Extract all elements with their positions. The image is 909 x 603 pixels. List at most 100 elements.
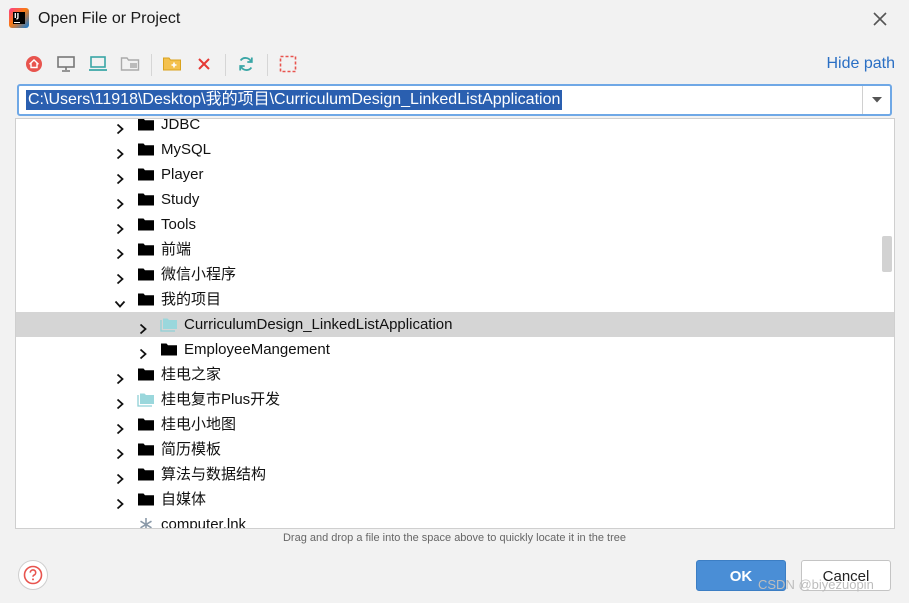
chevron-right-icon[interactable] <box>114 193 126 210</box>
toolbar <box>18 50 318 78</box>
path-field: C:\Users\11918\Desktop\我的项目\CurriculumDe… <box>17 84 892 116</box>
folder-icon <box>137 366 155 383</box>
tree-row-label: Tools <box>161 216 197 233</box>
refresh-icon <box>239 57 253 71</box>
tree-row[interactable]: 微信小程序 <box>16 262 894 287</box>
project-folder-icon <box>160 316 178 333</box>
new-folder-icon <box>163 57 181 71</box>
chevron-right-icon[interactable] <box>114 119 126 135</box>
chevron-right-icon[interactable] <box>114 168 126 185</box>
tree-row-selected[interactable]: CurriculumDesign_LinkedListApplication <box>16 312 894 337</box>
file-tree[interactable]: JDBC MySQL Player Study Tools 前端微信小程序我的项目 Curr… <box>15 118 895 529</box>
tree-row[interactable]: Player <box>16 162 894 187</box>
tree-row-label: EmployeeMangement <box>184 341 330 358</box>
project-button[interactable] <box>84 50 112 78</box>
close-icon <box>873 12 887 26</box>
folder-icon <box>137 119 155 133</box>
folder-icon <box>137 491 155 508</box>
chevron-right-icon[interactable] <box>114 268 126 285</box>
tree-row-label: 桂电之家 <box>161 366 222 383</box>
module-icon <box>120 57 140 71</box>
tree-row[interactable]: 桂电之家 <box>16 362 894 387</box>
module-button[interactable] <box>116 50 144 78</box>
tree-row-label: CurriculumDesign_LinkedListApplication <box>184 316 453 333</box>
watermark: CSDN @biyezuopin <box>758 577 874 592</box>
project-icon <box>89 56 107 71</box>
tree-row[interactable]: 桂电小地图 <box>16 412 894 437</box>
toolbar-separator <box>225 54 226 76</box>
folder-icon <box>137 291 155 308</box>
tree-row-label: 算法与数据结构 <box>161 466 267 483</box>
toolbar-separator <box>267 54 268 76</box>
toolbar-separator <box>151 54 152 76</box>
file-asterisk-icon <box>137 516 155 528</box>
tree-row[interactable]: EmployeeMangement <box>16 337 894 362</box>
folder-icon <box>137 166 155 183</box>
tree-row[interactable]: Study <box>16 187 894 212</box>
tree-row[interactable]: Tools <box>16 212 894 237</box>
tree-row-label: JDBC <box>161 118 201 133</box>
chevron-right-icon[interactable] <box>114 493 126 510</box>
tree-row-label: computer.lnk <box>161 516 247 529</box>
delete-button[interactable] <box>190 50 218 78</box>
chevron-right-icon[interactable] <box>114 443 126 460</box>
chevron-right-icon[interactable] <box>114 143 126 160</box>
tree-row-label: 自媒体 <box>161 491 207 508</box>
home-button[interactable] <box>20 50 48 78</box>
new-folder-button[interactable] <box>158 50 186 78</box>
tree-row-label: 简历模板 <box>161 441 222 458</box>
folder-icon <box>137 416 155 433</box>
chevron-right-icon[interactable] <box>114 218 126 235</box>
show-hidden-icon <box>279 55 297 73</box>
desktop-icon <box>57 56 75 72</box>
tree-row-label: 桂电小地图 <box>161 416 237 433</box>
tree-row[interactable]: computer.lnk <box>16 512 894 529</box>
folder-icon <box>137 266 155 283</box>
tree-row[interactable]: 桂电复市Plus开发 <box>16 387 894 412</box>
chevron-down-icon[interactable] <box>114 293 126 308</box>
folder-icon <box>160 341 178 358</box>
help-button[interactable] <box>18 560 48 590</box>
project-folder-icon <box>137 391 155 408</box>
title-bar: IJ Open File or Project <box>0 0 909 40</box>
tree-row[interactable]: 算法与数据结构 <box>16 462 894 487</box>
folder-icon <box>137 216 155 233</box>
path-history-dropdown[interactable] <box>862 86 890 114</box>
tree-row[interactable]: 简历模板 <box>16 437 894 462</box>
show-hidden-button[interactable] <box>274 50 302 78</box>
desktop-button[interactable] <box>52 50 80 78</box>
folder-icon <box>137 241 155 258</box>
chevron-down-icon <box>871 97 882 103</box>
tree-row[interactable]: 前端 <box>16 237 894 262</box>
refresh-button[interactable] <box>232 50 260 78</box>
home-icon <box>26 56 42 72</box>
help-icon <box>23 565 43 585</box>
delete-icon <box>198 58 210 70</box>
tree-row-label: 我的项目 <box>161 291 222 308</box>
chevron-right-icon[interactable] <box>114 368 126 385</box>
chevron-right-icon[interactable] <box>137 318 149 335</box>
folder-icon <box>137 191 155 208</box>
path-text-selected: C:\Users\11918\Desktop\我的项目\CurriculumDe… <box>26 90 563 110</box>
folder-icon <box>137 466 155 483</box>
tree-row[interactable]: 我的项目 <box>16 287 894 312</box>
window-title: Open File or Project <box>38 10 181 27</box>
drag-drop-hint: Drag and drop a file into the space abov… <box>282 532 627 544</box>
chevron-right-icon[interactable] <box>114 418 126 435</box>
intellij-logo-icon: IJ <box>9 8 29 28</box>
tree-scrollbar-thumb[interactable] <box>882 236 892 272</box>
chevron-right-icon[interactable] <box>114 468 126 485</box>
tree-row[interactable]: 自媒体 <box>16 487 894 512</box>
close-button[interactable] <box>868 7 892 31</box>
tree-row-label: MySQL <box>161 141 212 158</box>
tree-row[interactable]: JDBC <box>16 118 894 137</box>
tree-row[interactable]: MySQL <box>16 137 894 162</box>
tree-row-label: 桂电复市Plus开发 <box>161 391 281 408</box>
tree-row-label: 前端 <box>161 241 192 258</box>
chevron-right-icon[interactable] <box>114 243 126 260</box>
chevron-right-icon[interactable] <box>114 393 126 410</box>
chevron-right-icon[interactable] <box>137 343 149 360</box>
hide-path-link[interactable]: Hide path <box>827 55 896 73</box>
folder-icon <box>137 441 155 458</box>
tree-row-label: Study <box>161 191 200 208</box>
